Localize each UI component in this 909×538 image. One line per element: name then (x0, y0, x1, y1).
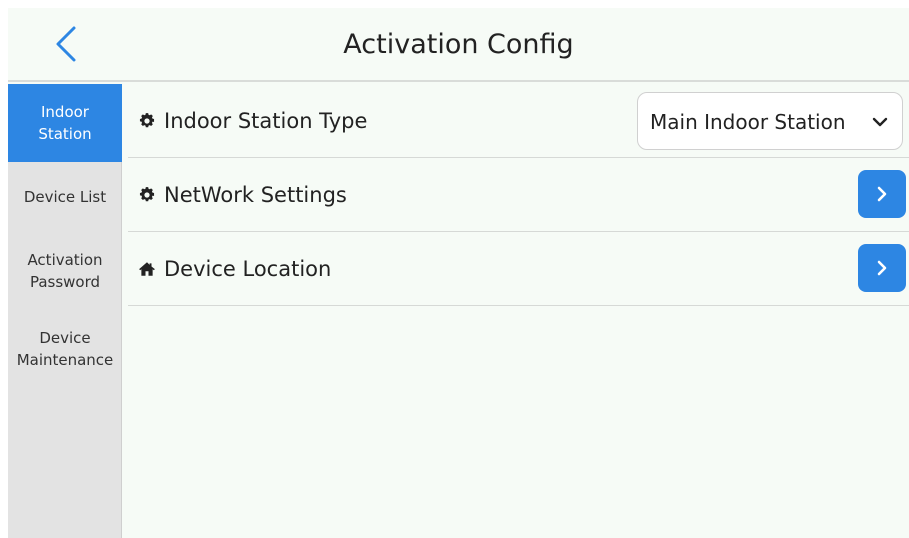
header-bar: Activation Config (8, 8, 909, 82)
indoor-station-type-label: Indoor Station Type (164, 109, 368, 133)
network-settings-button[interactable] (858, 170, 906, 218)
sidebar-item-activation-password[interactable]: Activation Password (8, 232, 122, 310)
chevron-down-icon (872, 117, 888, 127)
chevron-right-icon (877, 260, 887, 276)
device-location-button[interactable] (858, 244, 906, 292)
gear-icon (138, 112, 156, 130)
sidebar-item-indoor-station[interactable]: Indoor Station (8, 84, 122, 162)
sidebar-item-device-list[interactable]: Device List (8, 162, 122, 232)
row-indoor-station-type: Indoor Station Type Main Indoor Station (128, 84, 909, 158)
app-window: Activation Config Indoor Station Device … (8, 8, 909, 538)
settings-panel: Indoor Station Type Main Indoor Station … (128, 84, 909, 538)
sidebar: Indoor Station Device List Activation Pa… (8, 84, 122, 538)
row-device-location[interactable]: Device Location (128, 232, 909, 306)
row-network-settings[interactable]: NetWork Settings (128, 158, 909, 232)
gear-icon (138, 186, 156, 204)
network-settings-label: NetWork Settings (164, 183, 347, 207)
back-button[interactable] (46, 22, 86, 66)
sidebar-item-device-maintenance[interactable]: Device Maintenance (8, 310, 122, 388)
chevron-right-icon (877, 186, 887, 202)
home-icon (138, 260, 156, 278)
chevron-left-icon (56, 26, 76, 62)
indoor-station-type-select[interactable]: Main Indoor Station (637, 92, 903, 150)
page-title: Activation Config (343, 29, 574, 60)
indoor-station-type-value: Main Indoor Station (650, 110, 846, 134)
device-location-label: Device Location (164, 257, 332, 281)
